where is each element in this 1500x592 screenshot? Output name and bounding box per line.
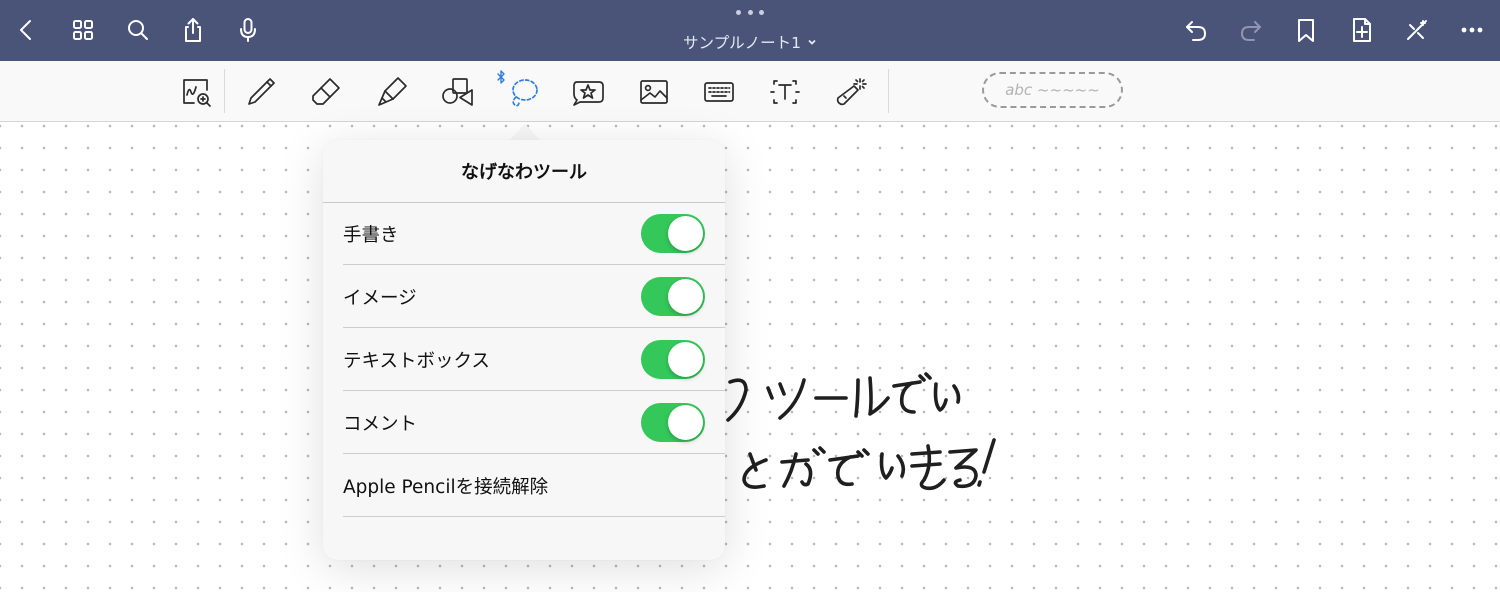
option-row-comment: コメント xyxy=(343,392,725,454)
handwriting-pill-text: abc ~~~~~ xyxy=(1005,81,1100,99)
popover-arrow xyxy=(509,124,541,141)
sticker-tool[interactable] xyxy=(567,71,609,113)
laser-pointer-icon xyxy=(836,78,867,106)
more-button[interactable] xyxy=(1454,12,1490,48)
text-box-tool[interactable] xyxy=(764,71,806,113)
pen-icon xyxy=(248,78,275,105)
microphone-icon xyxy=(240,18,256,42)
shapes-icon xyxy=(442,78,473,106)
handwritten-note[interactable] xyxy=(722,368,1022,498)
redo-icon xyxy=(1241,21,1261,41)
chevron-down-icon xyxy=(808,39,816,45)
toggle-knob xyxy=(668,342,703,377)
add-page-icon xyxy=(1353,18,1371,42)
keyboard-tool[interactable] xyxy=(698,71,740,113)
share-icon xyxy=(185,18,201,42)
image-icon xyxy=(640,80,668,104)
multitasking-dots[interactable] xyxy=(736,10,764,16)
toolbar-divider xyxy=(888,69,889,113)
back-chevron-icon xyxy=(20,20,31,40)
redo-button[interactable] xyxy=(1233,12,1269,48)
handwritten-line-2 xyxy=(742,438,996,491)
zoom-window-icon xyxy=(183,79,211,107)
shapes-tool[interactable] xyxy=(436,71,478,113)
search-icon xyxy=(128,20,148,40)
pen-tool[interactable] xyxy=(240,71,282,113)
eraser-icon xyxy=(312,78,340,105)
keyboard-icon xyxy=(704,82,734,102)
toolbar-divider xyxy=(224,69,225,113)
grid-icon xyxy=(73,20,93,40)
lasso-icon xyxy=(512,79,538,107)
zoom-window-tool[interactable] xyxy=(175,71,217,113)
bookmark-icon xyxy=(1298,19,1314,42)
option-label-text-box: テキストボックス xyxy=(343,350,490,372)
image-toggle[interactable] xyxy=(641,277,705,316)
top-navigation-bar: サンプルノート1 xyxy=(0,0,1500,61)
close-sparkle-icon xyxy=(1407,20,1427,40)
undo-icon xyxy=(1186,21,1206,41)
highlighter-tool[interactable] xyxy=(371,71,413,113)
bookmark-button[interactable] xyxy=(1288,12,1324,48)
laser-pointer-tool[interactable] xyxy=(829,71,871,113)
handwriting-recognition-pill[interactable]: abc ~~~~~ xyxy=(982,72,1123,108)
handwriting-toggle[interactable] xyxy=(641,214,705,253)
document-title-button[interactable]: サンプルノート1 xyxy=(620,31,880,53)
eraser-tool[interactable] xyxy=(305,71,347,113)
option-row-text-box: テキストボックス xyxy=(343,329,725,391)
option-row-image: イメージ xyxy=(343,266,725,328)
document-title: サンプルノート1 xyxy=(683,34,801,52)
search-button[interactable] xyxy=(120,12,156,48)
edit-tools-button[interactable] xyxy=(1399,12,1435,48)
option-label-handwriting: 手書き xyxy=(343,224,399,246)
lasso-tool[interactable] xyxy=(502,71,544,113)
disconnect-apple-pencil-label: Apple Pencilを接続解除 xyxy=(343,476,549,498)
share-button[interactable] xyxy=(175,12,211,48)
toggle-knob xyxy=(668,405,703,440)
thumbnails-button[interactable] xyxy=(65,12,101,48)
disconnect-apple-pencil-button[interactable]: Apple Pencilを接続解除 xyxy=(343,455,725,517)
undo-button[interactable] xyxy=(1178,12,1214,48)
back-button[interactable] xyxy=(8,12,44,48)
option-label-comment: コメント xyxy=(343,413,418,435)
toggle-knob xyxy=(668,216,703,251)
add-page-button[interactable] xyxy=(1344,12,1380,48)
more-icon xyxy=(1461,27,1483,33)
highlighter-icon xyxy=(378,77,407,106)
image-tool[interactable] xyxy=(633,71,675,113)
comment-toggle[interactable] xyxy=(641,403,705,442)
option-row-handwriting: 手書き xyxy=(343,203,725,265)
popover-title: なげなわツール xyxy=(323,140,725,203)
handwritten-line-1 xyxy=(726,372,961,422)
voice-record-button[interactable] xyxy=(230,12,266,48)
option-label-image: イメージ xyxy=(343,287,417,309)
sticker-icon xyxy=(573,81,604,106)
lasso-settings-popover: なげなわツール 手書き イメージ テキストボックス コメント Apple Pen… xyxy=(323,140,725,560)
toggle-knob xyxy=(668,279,703,314)
text-box-icon xyxy=(770,80,800,104)
text-box-toggle[interactable] xyxy=(641,340,705,379)
tool-bar: abc ~~~~~ xyxy=(0,61,1500,122)
